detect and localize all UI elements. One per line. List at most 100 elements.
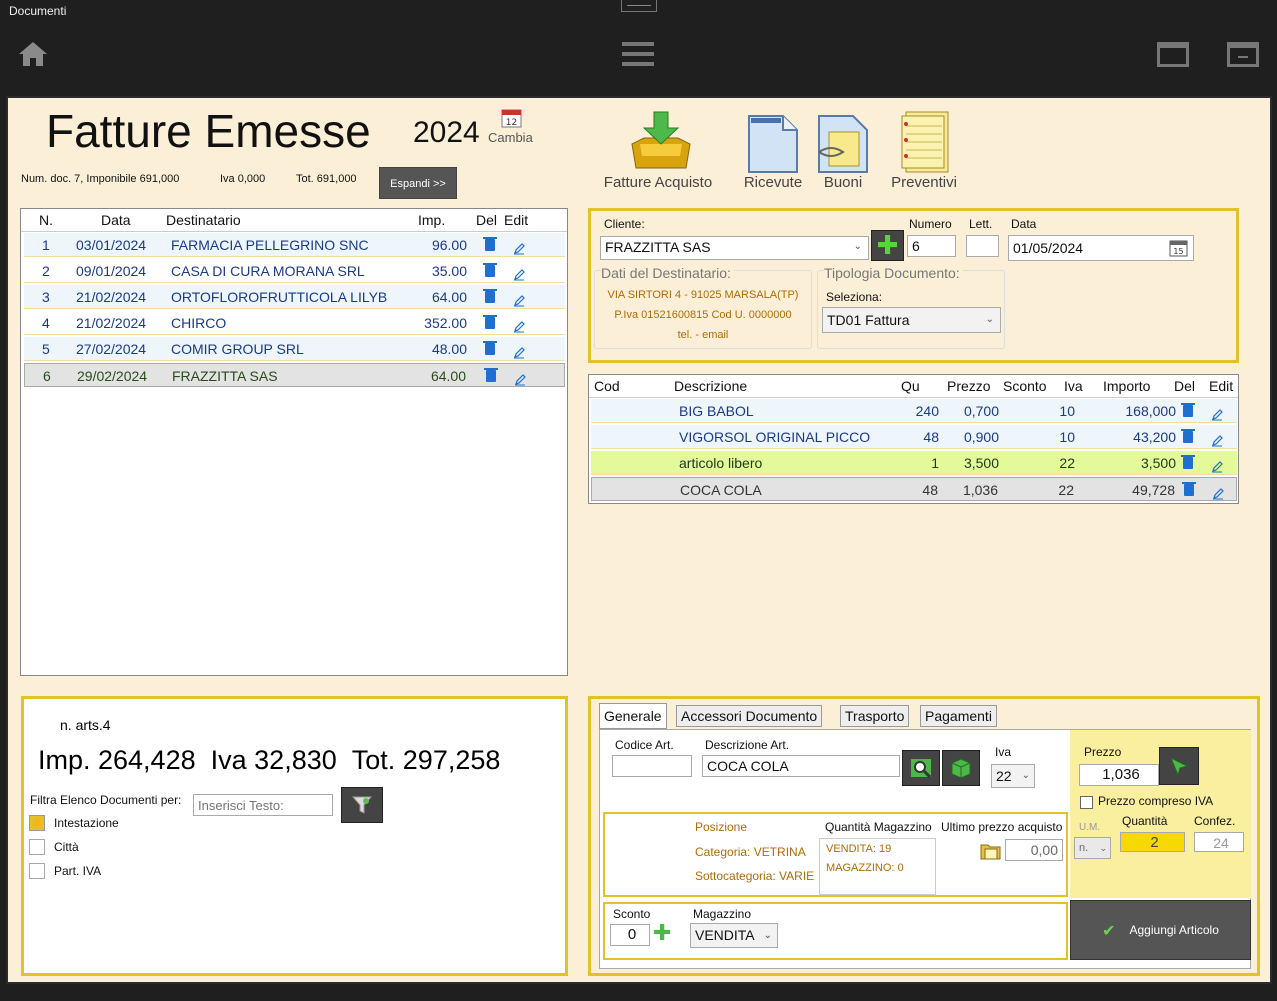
fatture-acquisto-button[interactable]: Fatture Acquisto	[598, 106, 718, 196]
page-title: Fatture Emesse	[46, 105, 371, 157]
article-row[interactable]: COCA COLA 48 1,036 22 49,728	[591, 477, 1237, 501]
edit-icon[interactable]	[513, 317, 525, 333]
edit-icon[interactable]	[1212, 484, 1224, 500]
tab-accessori[interactable]: Accessori Documento	[676, 705, 823, 727]
trash-icon[interactable]	[1181, 403, 1195, 417]
search-input[interactable]	[193, 794, 333, 816]
edit-icon[interactable]	[514, 370, 526, 386]
article-iva: 22	[1059, 455, 1075, 471]
trash-icon[interactable]	[1181, 429, 1195, 443]
calendar-icon[interactable]: 12	[501, 108, 523, 128]
edit-icon[interactable]	[1211, 405, 1223, 421]
article-row[interactable]: BIG BABOL 240 0,700 10 168,000	[591, 399, 1237, 423]
trash-icon[interactable]	[483, 263, 497, 277]
ricevute-button[interactable]: Ricevute	[738, 106, 808, 196]
filter-button[interactable]	[341, 787, 383, 823]
seleziona-label: Seleziona:	[826, 290, 883, 304]
tipologia-select[interactable]: TD01 Fattura ⌄	[822, 307, 1001, 333]
table-row[interactable]: 1 03/01/2024 FARMACIA PELLEGRINO SNC 96.00	[24, 233, 565, 257]
col-header: Del	[1174, 378, 1196, 394]
price-arrow-button[interactable]	[1159, 747, 1199, 785]
data-input[interactable]: 01/05/2024 15	[1008, 235, 1194, 261]
table-row[interactable]: 2 09/01/2024 CASA DI CURA MORANA SRL 35.00	[24, 259, 565, 283]
address-line: P.Iva 01521600815 Cod U. 0000000	[614, 309, 792, 321]
buoni-button[interactable]: Buoni	[813, 106, 873, 196]
sconto-input[interactable]: 0	[610, 924, 650, 946]
espandi-button[interactable]: Espandi >>	[379, 167, 457, 199]
trash-icon[interactable]	[483, 315, 497, 329]
add-cliente-button[interactable]: ✚	[871, 230, 904, 261]
row-imp: 64.00	[430, 368, 466, 384]
codice-input[interactable]	[612, 755, 692, 777]
drag-handle[interactable]	[621, 0, 657, 12]
edit-icon[interactable]	[1211, 457, 1223, 473]
article-row[interactable]: VIGORSOL ORIGINAL PICCO 48 0,900 10 43,200	[591, 425, 1237, 449]
trash-icon[interactable]	[483, 341, 497, 355]
add-sconto-icon[interactable]: ✚	[653, 922, 671, 946]
chevron-down-icon: ⌄	[763, 930, 772, 941]
maximize-icon[interactable]	[1157, 42, 1189, 68]
edit-icon[interactable]	[1211, 431, 1223, 447]
descr-input[interactable]: COCA COLA	[702, 755, 900, 777]
article-prezzo: 3,500	[963, 455, 999, 471]
tab-generale[interactable]: Generale	[599, 703, 667, 729]
calendar-icon[interactable]: 15	[1169, 239, 1189, 257]
row-imp: 64.00	[431, 289, 467, 305]
edit-icon[interactable]	[513, 265, 525, 281]
article-desc: articolo libero	[679, 455, 763, 471]
row-number: 6	[43, 368, 51, 384]
ultimo-prezzo-input[interactable]: 0,00	[1005, 839, 1063, 861]
article-editor: Generale Accessori Documento Trasporto P…	[588, 696, 1260, 976]
aggiungi-articolo-button[interactable]: ✔ Aggiungi Articolo	[1070, 900, 1251, 960]
clipped-note-icon	[818, 115, 868, 173]
article-importo: 49,728	[1132, 482, 1175, 498]
tot-total: Tot. 297,258	[351, 745, 501, 775]
tab-trasporto[interactable]: Trasporto	[840, 705, 910, 727]
um-select[interactable]: n. ⌄	[1074, 837, 1111, 859]
filter-checkbox[interactable]	[29, 863, 45, 879]
trash-icon[interactable]	[483, 237, 497, 251]
trash-icon[interactable]	[483, 289, 497, 303]
filter-checkbox[interactable]	[29, 839, 45, 855]
magazzino-select[interactable]: VENDITA ⌄	[690, 923, 778, 948]
preventivi-button[interactable]: Preventivi	[884, 106, 964, 196]
folder-icon[interactable]	[980, 841, 1002, 861]
table-row[interactable]: 3 21/02/2024 ORTOFLOROFRUTTICOLA LILYB 64.0…	[24, 285, 565, 309]
menu-icon[interactable]	[622, 41, 654, 67]
article-qu: 1	[931, 455, 939, 471]
vendita-qty: VENDITA: 19	[826, 843, 892, 855]
toolbar-label: Ricevute	[743, 174, 803, 191]
search-article-button[interactable]	[902, 750, 940, 786]
cambia-link[interactable]: Cambia	[488, 130, 533, 145]
trash-icon[interactable]	[1181, 455, 1195, 469]
row-number: 4	[42, 315, 50, 331]
edit-icon[interactable]	[513, 343, 525, 359]
edit-icon[interactable]	[513, 291, 525, 307]
table-row[interactable]: 5 27/02/2024 COMIR GROUP SRL 48.00	[24, 337, 565, 361]
quantita-input[interactable]: 2	[1120, 832, 1185, 852]
lett-input[interactable]	[966, 235, 999, 257]
qmag-box: VENDITA: 19 MAGAZZINO: 0	[819, 838, 936, 895]
article-iva: 10	[1059, 429, 1075, 445]
minimize-icon[interactable]	[1227, 42, 1259, 68]
row-imp: 48.00	[431, 341, 467, 357]
home-icon[interactable]	[17, 40, 49, 68]
trash-icon[interactable]	[1182, 482, 1196, 496]
prezzo-compreso-checkbox[interactable]	[1080, 796, 1093, 809]
confez-input[interactable]: 24	[1194, 832, 1244, 852]
filter-checkbox[interactable]	[29, 815, 45, 831]
box-icon	[951, 758, 971, 779]
table-row[interactable]: 4 21/02/2024 CHIRCO 352.00	[24, 311, 565, 335]
edit-icon[interactable]	[513, 239, 525, 255]
article-row[interactable]: articolo libero 1 3,500 22 3,500	[591, 451, 1237, 475]
table-row[interactable]: 6 29/02/2024 FRAZZITTA SAS 64.00	[24, 363, 565, 387]
numero-input[interactable]: 6	[907, 235, 956, 257]
box-button[interactable]	[942, 750, 980, 786]
summary-panel: n. arts.4 Imp. 264,428 Iva 32,830 Tot. 2…	[21, 696, 568, 976]
prezzo-input[interactable]: 1,036	[1079, 764, 1159, 786]
iva-select[interactable]: 22 ⌄	[991, 764, 1035, 788]
lett-label: Lett.	[969, 217, 993, 231]
cliente-select[interactable]: FRAZZITTA SAS ⌄	[600, 236, 869, 260]
tab-pagamenti[interactable]: Pagamenti	[920, 705, 997, 727]
trash-icon[interactable]	[484, 368, 498, 382]
